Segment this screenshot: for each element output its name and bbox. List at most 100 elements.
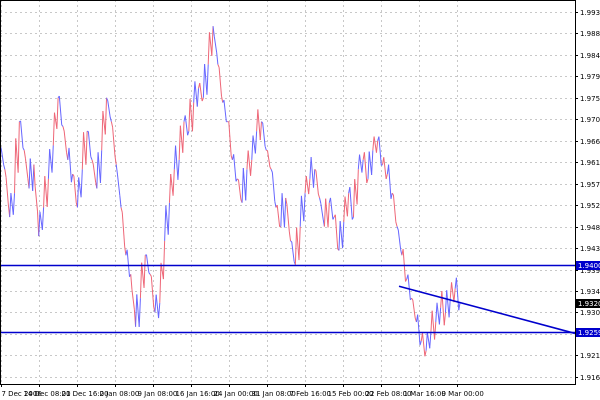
price-segment bbox=[426, 331, 431, 349]
price-segment bbox=[115, 164, 118, 175]
price-segment bbox=[241, 168, 244, 203]
price-segment bbox=[61, 124, 64, 127]
price-segment bbox=[112, 127, 116, 156]
price-segment bbox=[135, 294, 138, 327]
price-segment bbox=[223, 100, 227, 122]
y-axis: 1.9930 1.9885 1.9840 1.9795 1.9750 1.9705 1.96… bbox=[575, 9, 600, 382]
price-segment bbox=[213, 36, 218, 53]
price-segment bbox=[453, 288, 456, 303]
price-segment bbox=[4, 169, 7, 178]
price-segment bbox=[431, 310, 436, 340]
price-segment bbox=[184, 115, 189, 136]
price-segment bbox=[327, 202, 330, 228]
price-segment bbox=[211, 26, 214, 56]
price-segment bbox=[165, 205, 169, 235]
price-segment bbox=[458, 302, 461, 311]
x-axis: 7 Dec 200614 Dec 08:0021 Dec 16:002 Jan … bbox=[1, 384, 484, 398]
price-segment bbox=[47, 149, 51, 179]
price-chart[interactable]: 1.9930 1.9885 1.9840 1.9795 1.9750 1.9705 1.96… bbox=[0, 0, 600, 400]
price-segment bbox=[162, 240, 166, 280]
price-segment bbox=[58, 96, 63, 125]
price-segment bbox=[411, 297, 414, 301]
y-tick-label: 1.9930 bbox=[580, 9, 600, 17]
price-segment bbox=[310, 157, 315, 188]
price-segment bbox=[339, 221, 344, 249]
price-segment bbox=[121, 212, 126, 247]
price-segment bbox=[247, 150, 252, 176]
price-segment bbox=[62, 126, 65, 132]
price-segment bbox=[283, 197, 287, 228]
price-segment bbox=[346, 193, 350, 217]
price-segment bbox=[315, 170, 319, 195]
price-segment bbox=[451, 282, 455, 303]
price-segment bbox=[271, 172, 276, 202]
price-segment bbox=[252, 135, 256, 154]
price-segment bbox=[97, 152, 101, 183]
price-segment bbox=[33, 164, 36, 187]
price-segment bbox=[130, 274, 133, 290]
price-segment bbox=[264, 146, 267, 151]
price-segment bbox=[34, 186, 39, 212]
price-segment bbox=[164, 205, 167, 241]
price-segment bbox=[446, 290, 450, 318]
price-segment bbox=[139, 262, 143, 299]
price-segment bbox=[378, 136, 382, 166]
x-tick-label: 1 Mar 16:00 bbox=[404, 390, 446, 398]
price-segment bbox=[290, 240, 293, 243]
y-tick-label: 1.9525 bbox=[580, 202, 600, 210]
price-segment bbox=[308, 178, 311, 195]
price-segment bbox=[188, 98, 191, 132]
price-segment bbox=[191, 102, 195, 132]
trendline[interactable] bbox=[398, 285, 576, 335]
price-segment bbox=[208, 32, 213, 56]
price-segment bbox=[12, 193, 16, 215]
price-segment bbox=[120, 207, 123, 213]
price-segment bbox=[342, 221, 345, 249]
price-segment bbox=[434, 321, 437, 340]
y-tick-label: 1.9885 bbox=[580, 30, 600, 38]
price-segment bbox=[91, 159, 94, 165]
price-segment bbox=[29, 158, 34, 191]
price-segment bbox=[131, 289, 135, 310]
price-segment bbox=[110, 121, 114, 128]
price-segment bbox=[83, 132, 87, 165]
level-tag-label: 1.9400 bbox=[578, 262, 600, 270]
price-segment bbox=[319, 197, 322, 204]
price-segment bbox=[407, 274, 411, 300]
price-segment bbox=[10, 193, 14, 215]
price-segment bbox=[218, 67, 223, 97]
price-segment bbox=[107, 100, 111, 117]
price-segment bbox=[168, 174, 172, 203]
price-segment bbox=[85, 131, 88, 165]
price-segment bbox=[441, 291, 445, 326]
x-tick-label: 9 Mar 00:00 bbox=[442, 390, 484, 398]
price-segment bbox=[194, 81, 198, 107]
price-segment bbox=[381, 164, 383, 166]
trendline-layer[interactable] bbox=[398, 285, 576, 335]
horizontal-levels[interactable] bbox=[0, 264, 575, 334]
price-segment bbox=[204, 64, 208, 95]
grid bbox=[0, 0, 575, 384]
price-segment bbox=[323, 198, 327, 227]
price-segment bbox=[352, 179, 356, 218]
price-segment bbox=[305, 175, 310, 195]
price-segment bbox=[20, 120, 24, 148]
price-segment bbox=[329, 197, 334, 220]
price-segment bbox=[269, 166, 272, 170]
price-segment bbox=[179, 125, 184, 153]
y-tick-label: 1.9660 bbox=[580, 138, 600, 146]
price-segment bbox=[233, 154, 237, 182]
price-segment bbox=[187, 131, 190, 136]
price-segment bbox=[90, 156, 93, 160]
price-segment bbox=[270, 169, 273, 173]
price-segment bbox=[448, 298, 451, 318]
price-segment bbox=[390, 193, 393, 199]
price-segment bbox=[417, 314, 421, 346]
chart-window[interactable]: 1.9930 1.9885 1.9840 1.9795 1.9750 1.9705 1.96… bbox=[0, 0, 600, 400]
price-segment bbox=[438, 307, 442, 325]
price-segment bbox=[87, 131, 92, 157]
y-tick-label: 1.9210 bbox=[580, 352, 600, 360]
price-segment bbox=[392, 194, 397, 222]
price-segment bbox=[280, 193, 283, 227]
price-segment bbox=[300, 195, 305, 222]
